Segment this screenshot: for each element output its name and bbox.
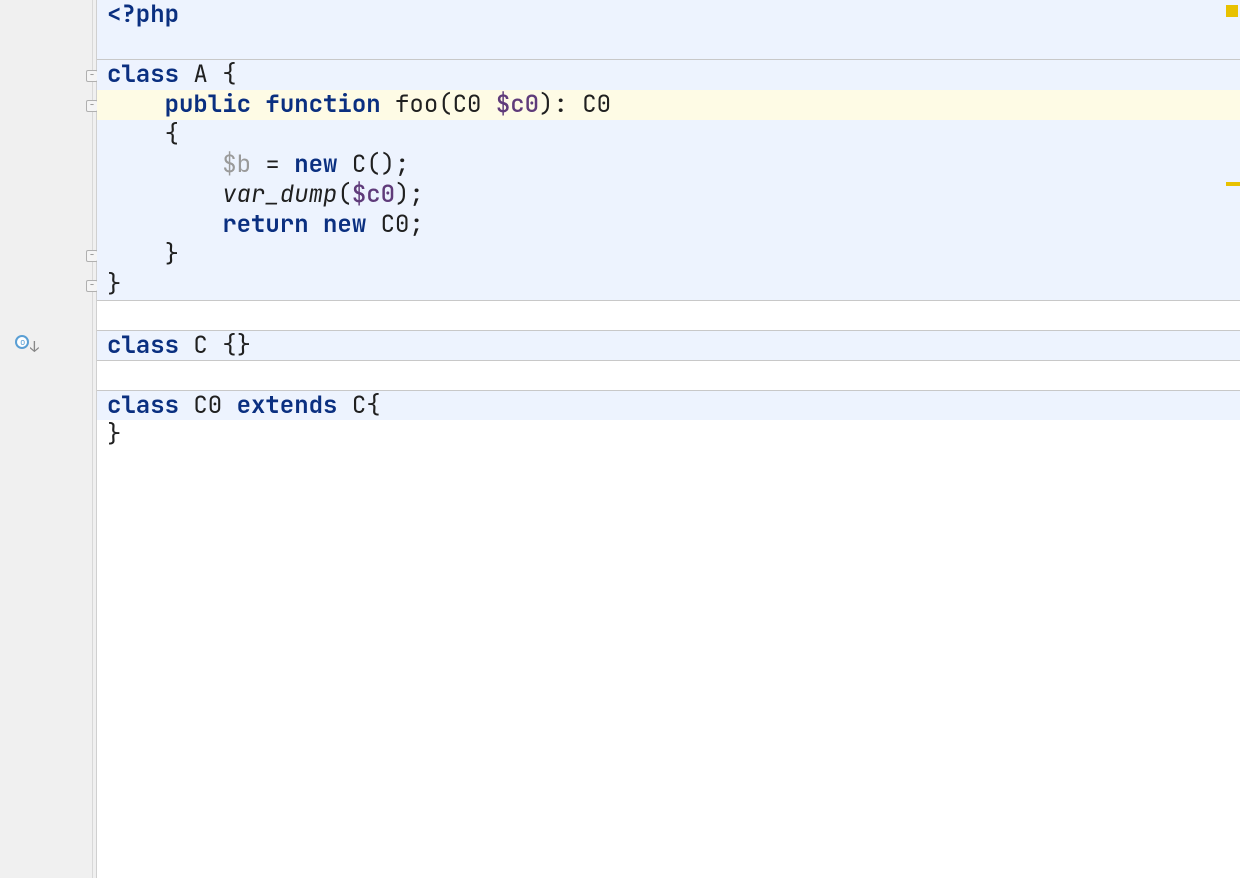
code-line-highlighted[interactable]: public function foo(C0 $c0): C0 [97,90,1240,120]
keyword-public: public [165,89,251,120]
function-call: var_dump [222,179,337,210]
keyword-class: class [107,330,179,361]
error-stripe[interactable] [1226,0,1240,878]
code-line[interactable]: return new C0; [97,210,1240,240]
code-line[interactable]: class A { [97,60,1240,90]
code-line[interactable]: } [97,240,1240,270]
function-signature: foo(C0 [395,89,496,120]
keyword-class: class [107,390,179,421]
keyword-new: new [294,149,337,180]
keyword-new: new [323,209,366,240]
code-line[interactable] [97,300,1240,330]
code-line[interactable]: { [97,120,1240,150]
code-editor: ↓ <?php class A { public function foo(C0… [0,0,1240,878]
class-name: C {} [179,330,251,361]
gutter-divider [92,0,93,878]
class-name: A { [179,59,237,90]
keyword-extends: extends [237,390,338,421]
keyword-return: return [222,209,308,240]
variable: $c0 [352,179,395,210]
keyword-class: class [107,59,179,90]
editor-gutter: ↓ [0,0,97,878]
code-line[interactable]: } [97,420,1240,450]
code-lines: <?php class A { public function foo(C0 $… [97,0,1240,450]
code-line[interactable] [97,360,1240,390]
code-line[interactable]: } [97,270,1240,300]
unused-variable: $b [222,149,251,180]
has-subclass-icon[interactable]: ↓ [15,335,37,357]
code-line[interactable]: <?php [97,0,1240,30]
code-line[interactable]: var_dump($c0); [97,180,1240,210]
code-line[interactable] [97,30,1240,60]
code-line[interactable]: $b = new C(); [97,150,1240,180]
code-line[interactable]: class C {} [97,330,1240,360]
analysis-status-icon[interactable] [1226,5,1238,17]
keyword-function: function [265,89,380,120]
code-line[interactable]: class C0 extends C{ [97,390,1240,420]
php-open-tag: <?php [107,0,179,30]
warning-mark[interactable] [1226,182,1240,186]
parameter-variable: $c0 [496,89,539,120]
return-type: ): C0 [539,89,611,120]
editor-text-area[interactable]: <?php class A { public function foo(C0 $… [97,0,1240,878]
